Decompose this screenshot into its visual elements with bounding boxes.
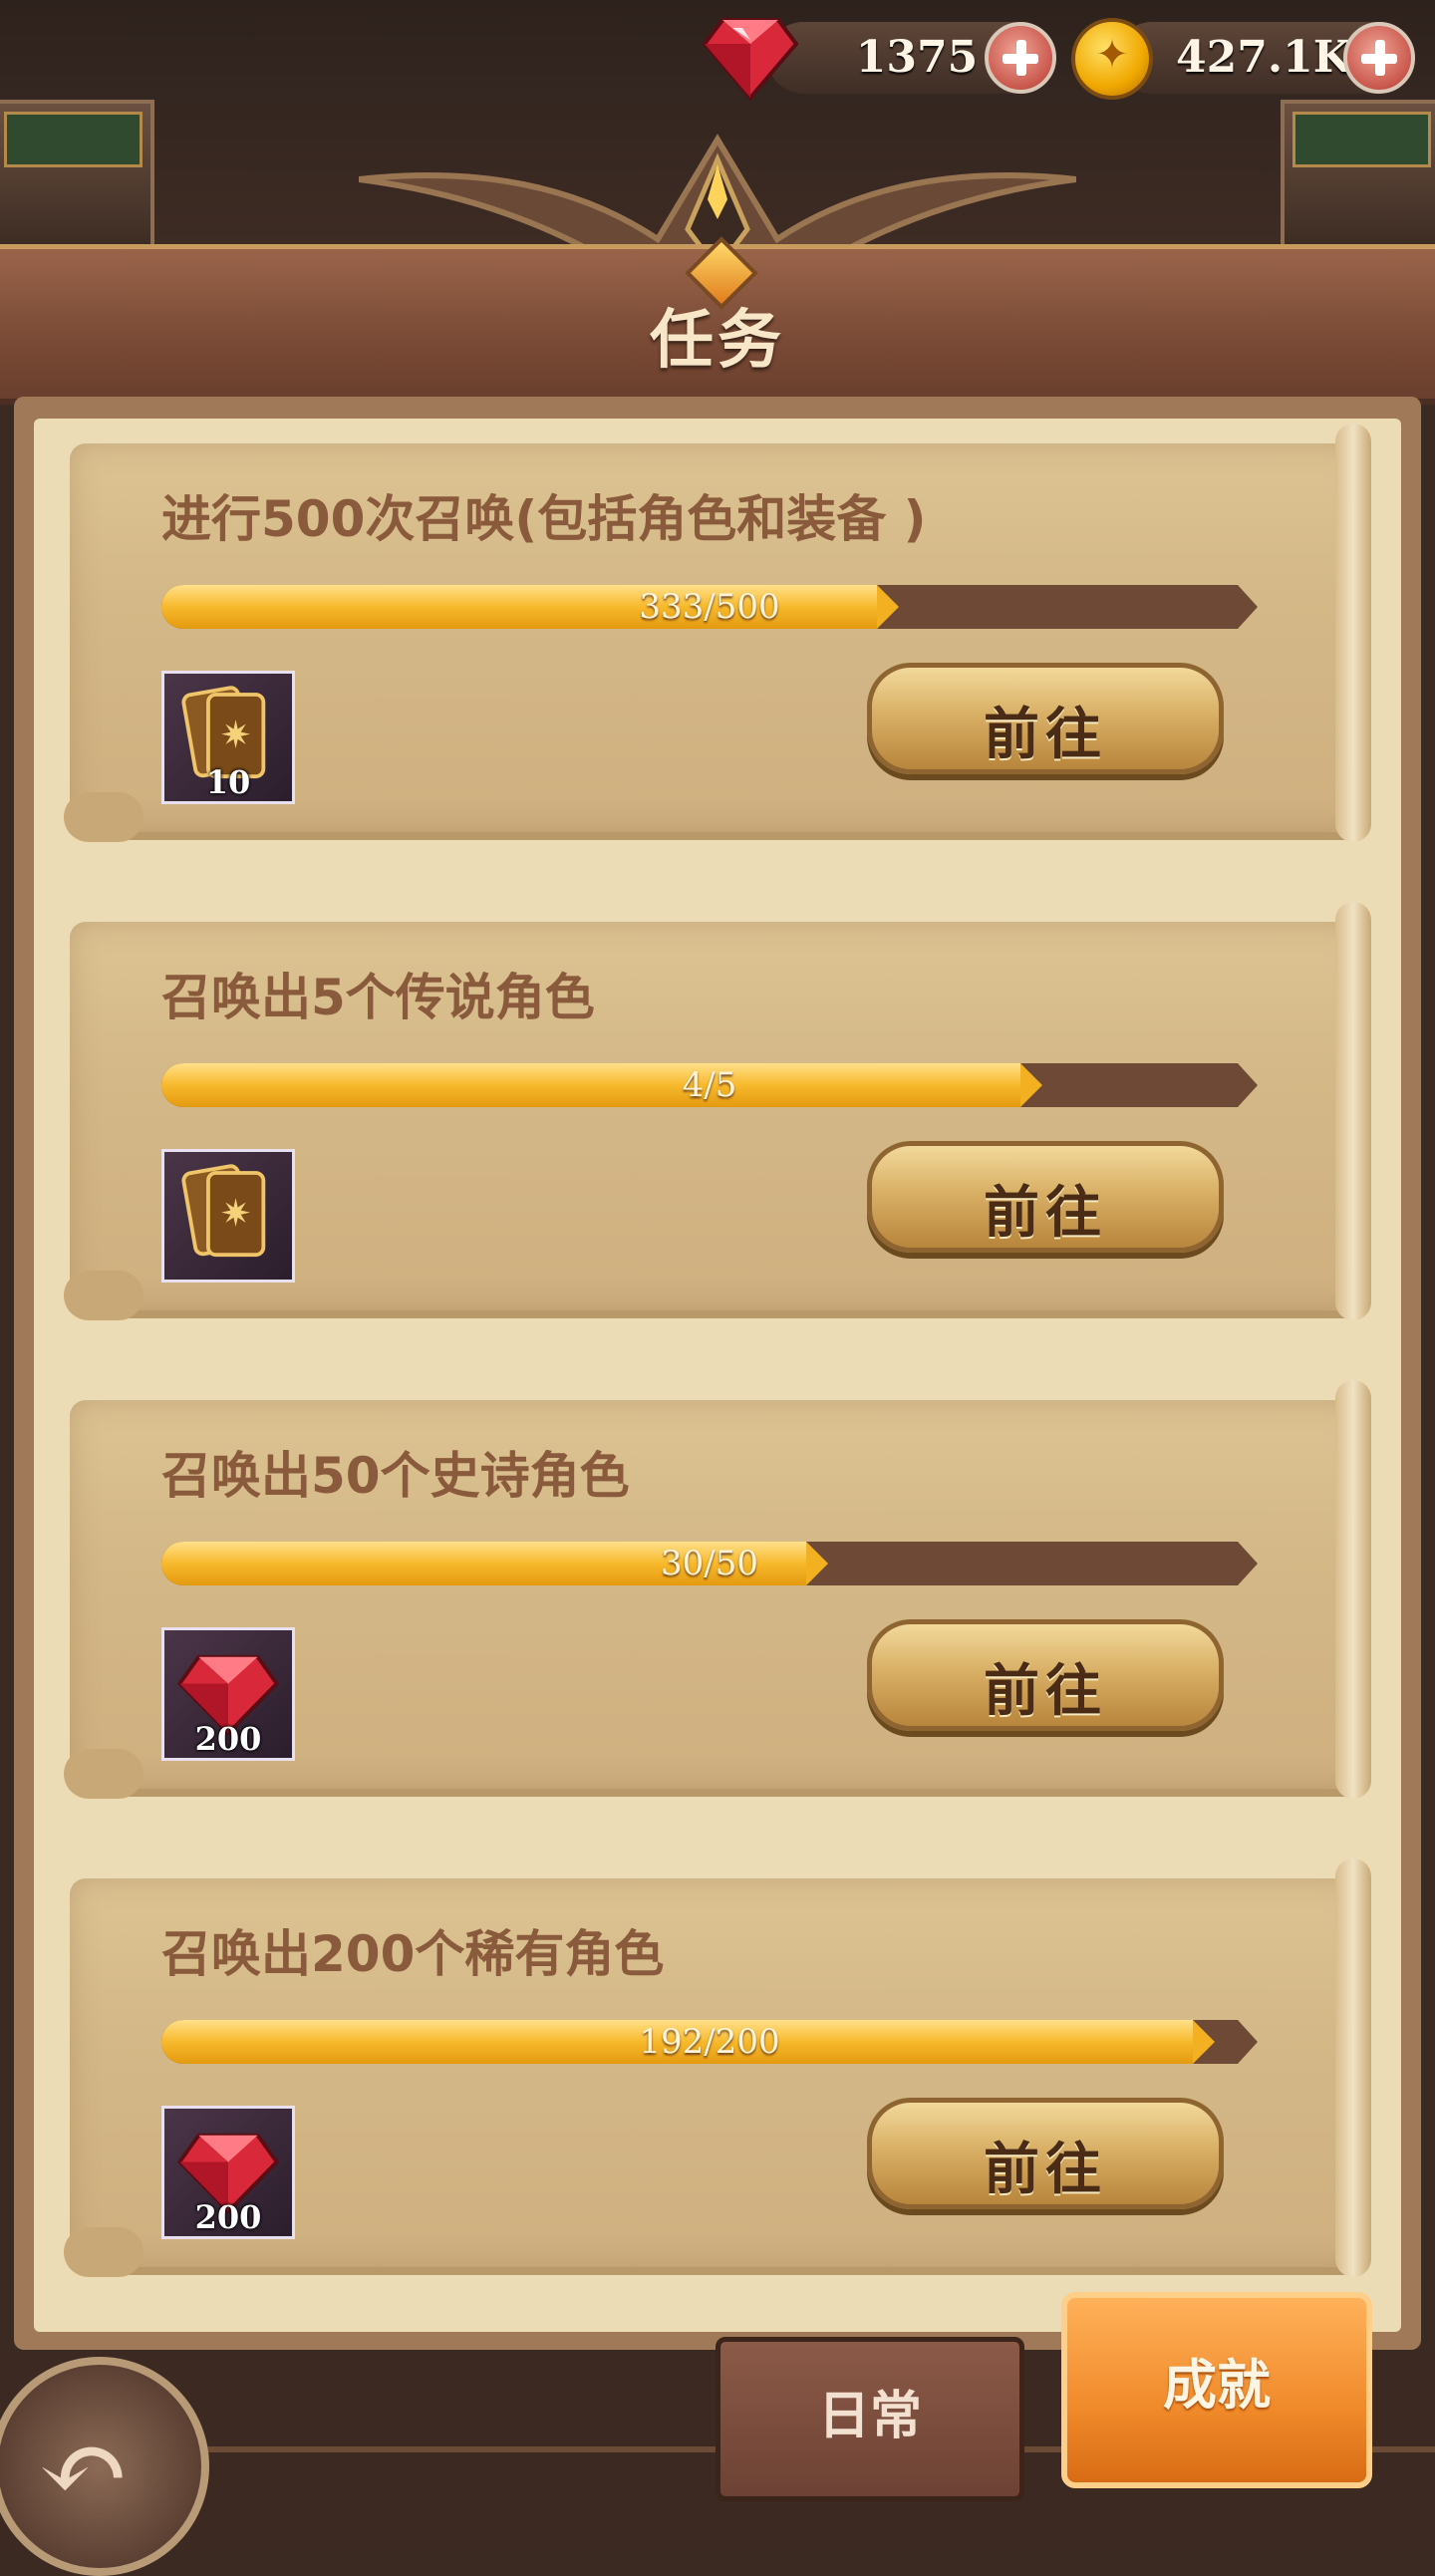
go-button[interactable]: 前往 bbox=[867, 1619, 1224, 1731]
go-button-label: 前往 bbox=[984, 703, 1107, 767]
go-button[interactable]: 前往 bbox=[867, 1141, 1224, 1253]
svg-text:✷: ✷ bbox=[220, 1193, 252, 1237]
quest-progress-label: 4/5 bbox=[682, 1065, 737, 1105]
ruby-gem-icon bbox=[703, 18, 798, 102]
reward-quantity: 200 bbox=[194, 2198, 262, 2236]
quest-card: 召唤出200个稀有角色 192/200 200 前往 bbox=[64, 1859, 1371, 2277]
go-button[interactable]: 前往 bbox=[867, 2098, 1224, 2209]
quest-title: 召唤出200个稀有角色 bbox=[161, 1925, 665, 1983]
quest-card: 召唤出50个史诗角色 30/50 200 前往 bbox=[64, 1380, 1371, 1799]
reward-item[interactable]: 200 bbox=[161, 1627, 295, 1761]
go-button-label: 前往 bbox=[984, 2138, 1107, 2202]
quest-progress-bar: 4/5 bbox=[161, 1063, 1278, 1107]
go-button-label: 前往 bbox=[984, 1181, 1107, 1246]
summon-cards-icon: ✷ bbox=[181, 1164, 266, 1258]
quest-title: 召唤出5个传说角色 bbox=[161, 969, 595, 1026]
go-button-label: 前往 bbox=[984, 1659, 1107, 1724]
quest-card: 进行500次召唤(包括角色和装备 ) 333/500 ✷ 10 前往 bbox=[64, 424, 1371, 842]
tab-achievement[interactable]: 成就 bbox=[1061, 2292, 1372, 2488]
quest-progress-bar: 333/500 bbox=[161, 585, 1278, 629]
add-gold-button[interactable] bbox=[1343, 22, 1415, 94]
quest-card: 召唤出5个传说角色 4/5 ✷ 前往 bbox=[64, 902, 1371, 1320]
reward-quantity: 10 bbox=[205, 763, 251, 801]
quest-title: 召唤出50个史诗角色 bbox=[161, 1447, 630, 1505]
gold-coin-icon bbox=[1071, 18, 1153, 100]
gem-count: 1375 bbox=[855, 32, 979, 83]
reward-quantity: 200 bbox=[194, 1720, 262, 1758]
quest-progress-label: 30/50 bbox=[661, 1544, 758, 1583]
left-pillar-decoration bbox=[0, 100, 154, 257]
reward-item[interactable]: ✷ bbox=[161, 1149, 295, 1283]
gold-count: 427.1K bbox=[1176, 32, 1352, 83]
go-button[interactable]: 前往 bbox=[867, 663, 1224, 774]
quest-progress-bar: 192/200 bbox=[161, 2020, 1278, 2064]
quest-progress-bar: 30/50 bbox=[161, 1542, 1278, 1585]
reward-item[interactable]: ✷ 10 bbox=[161, 671, 295, 804]
quest-progress-label: 333/500 bbox=[639, 587, 780, 627]
back-arrow-icon: ↶ bbox=[38, 2405, 131, 2532]
back-button[interactable]: ↶ bbox=[0, 2357, 209, 2576]
svg-text:✷: ✷ bbox=[220, 715, 252, 758]
add-gems-button[interactable] bbox=[985, 22, 1056, 94]
right-pillar-decoration bbox=[1281, 100, 1435, 257]
page-title: 任务 bbox=[650, 304, 785, 378]
quest-progress-label: 192/200 bbox=[639, 2022, 780, 2062]
tab-daily[interactable]: 日常 bbox=[716, 2337, 1024, 2501]
quest-title: 进行500次召唤(包括角色和装备 ) bbox=[161, 490, 927, 548]
reward-item[interactable]: 200 bbox=[161, 2106, 295, 2239]
